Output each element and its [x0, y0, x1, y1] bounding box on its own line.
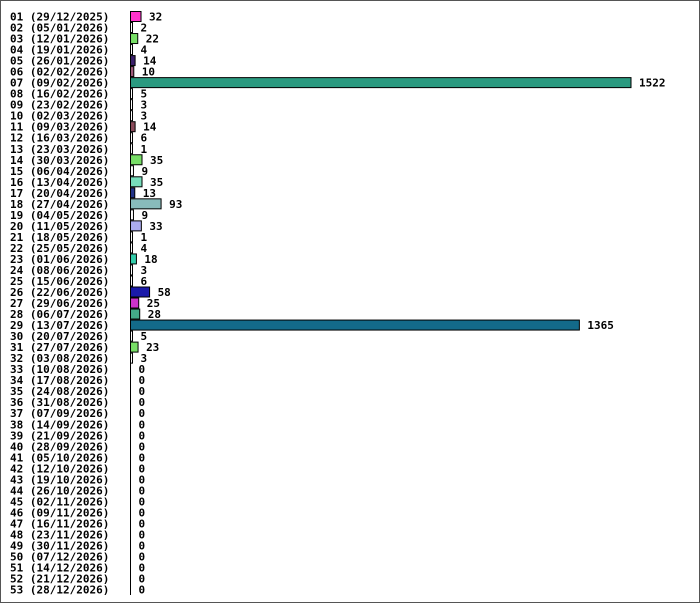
bar	[130, 330, 133, 342]
value-label: 22	[146, 33, 159, 46]
bar	[130, 77, 632, 89]
value-label: 9	[141, 165, 148, 178]
bar	[130, 341, 139, 353]
bar	[130, 165, 134, 177]
bar	[130, 22, 133, 34]
category-labels: 01 (29/12/2025)02 (05/01/2026)03 (12/01/…	[10, 11, 109, 597]
bar	[130, 297, 140, 309]
value-label: 6	[141, 275, 148, 288]
bar	[130, 187, 136, 199]
bar	[130, 11, 142, 22]
value-label: 0	[139, 584, 146, 597]
bar	[130, 121, 136, 133]
bar	[130, 110, 133, 122]
value-label: 35	[150, 154, 163, 167]
bar	[130, 176, 143, 188]
weekly-bar-chart: 01 (29/12/2025)02 (05/01/2026)03 (12/01/…	[0, 0, 700, 603]
bar	[130, 253, 137, 265]
value-label: 28	[148, 308, 161, 321]
bar	[130, 55, 136, 67]
bar	[130, 154, 143, 166]
value-label: 33	[149, 220, 162, 233]
bar	[130, 143, 133, 155]
value-label: 1522	[639, 77, 666, 90]
bar	[130, 88, 133, 100]
bar	[130, 319, 580, 331]
bar	[130, 209, 134, 221]
value-label: 1	[141, 143, 148, 156]
value-label: 13	[143, 187, 156, 200]
bar	[130, 66, 135, 78]
bar	[130, 198, 162, 210]
value-label: 23	[146, 341, 159, 354]
bar	[130, 44, 133, 56]
category-label: 53 (28/12/2026)	[10, 584, 109, 597]
bar	[130, 242, 133, 254]
bar	[130, 275, 133, 287]
bar	[130, 220, 142, 232]
value-label: 9	[141, 209, 148, 222]
chart-container: 01 (29/12/2025) 02 (05/01/2026) 03 (12/01/…	[0, 0, 700, 603]
bar	[130, 99, 133, 111]
bar	[130, 33, 139, 45]
bar	[130, 132, 133, 144]
bar	[130, 231, 133, 243]
value-label: 93	[169, 198, 182, 211]
value-label: 1365	[587, 319, 614, 332]
value-label: 32	[149, 11, 162, 24]
bar	[130, 308, 141, 320]
bar	[130, 286, 151, 298]
value-label: 10	[142, 66, 155, 79]
bar	[130, 352, 133, 364]
bar	[130, 264, 133, 276]
